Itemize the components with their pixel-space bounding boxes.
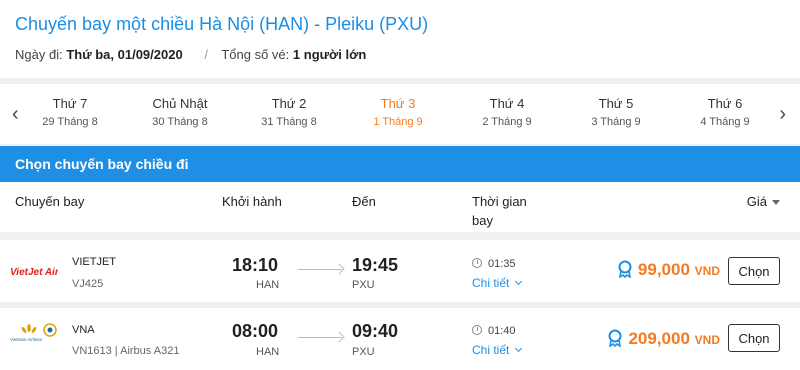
details-link[interactable]: Chi tiết [472, 343, 523, 357]
flight-code: VN1613 | Airbus A321 [72, 345, 180, 357]
results-column-header: Chuyến bay Khởi hành Đến Thời gian bay G… [0, 182, 800, 232]
arrival-airport: PXU [352, 346, 375, 358]
departure-airport: HAN [256, 346, 280, 358]
award-badge-icon [608, 329, 622, 347]
date-tab-date: 4 Tháng 9 [700, 116, 750, 128]
summary-separator: / [204, 47, 208, 62]
svg-text:VietJet Air: VietJet Air [10, 267, 58, 278]
col-flight: Chuyến bay [15, 194, 85, 209]
chevron-down-icon [515, 344, 523, 353]
price-value: 99,000 [637, 260, 690, 279]
date-tab-date: 31 Tháng 8 [261, 116, 317, 128]
arrow-right-icon [298, 269, 342, 270]
date-tab-weekday: Chủ Nhật [152, 96, 208, 111]
date-tab-weekday: Thứ 5 [598, 96, 634, 111]
date-label: Ngày đi: [15, 47, 63, 62]
flight-duration: 01:35 [472, 258, 516, 270]
choose-button[interactable]: Chọn [728, 257, 780, 285]
clock-icon [472, 325, 482, 335]
col-duration: Thời gian bay [472, 194, 527, 228]
tickets-label: Tổng số vé: [221, 47, 290, 62]
price-value: 209,000 [628, 329, 690, 348]
date-tab-6[interactable]: Thứ 6 4 Tháng 9 [670, 96, 780, 128]
departure-time: 18:10 [232, 255, 279, 275]
award-badge-icon [618, 260, 632, 278]
arrival-time: 19:45 [352, 255, 399, 275]
flight-duration: 01:40 [472, 325, 516, 337]
flight-code: VJ425 [72, 278, 104, 290]
chevron-down-icon [515, 277, 523, 286]
arrival-airport: PXU [352, 279, 375, 291]
col-price-label: Giá [746, 194, 767, 209]
flight-row: VietJet Air VIETJET VJ425 18:10 HAN 19:4… [0, 240, 800, 302]
date-tab-date: 2 Tháng 9 [482, 116, 532, 128]
arrow-right-icon [298, 337, 342, 338]
svg-text:Vietnam Airlines: Vietnam Airlines [10, 337, 43, 342]
col-price-sort[interactable]: Giá [747, 194, 780, 209]
duration-value: 01:40 [488, 325, 516, 337]
arrival-time: 09:40 [352, 321, 399, 341]
departure-airport: HAN [256, 279, 280, 291]
price-currency: VND [694, 333, 720, 347]
vietnam-airlines-logo: Vietnam Airlines [10, 323, 57, 342]
page-title: Chuyến bay một chiều Hà Nội (HAN) - Plei… [15, 14, 429, 34]
date-tab-3[interactable]: Thứ 3 1 Tháng 9 [343, 96, 453, 128]
route-header: Chuyến bay một chiều Hà Nội (HAN) - Plei… [0, 0, 800, 78]
caret-down-icon [772, 200, 780, 206]
departure-time: 08:00 [232, 321, 279, 341]
details-label: Chi tiết [472, 343, 510, 357]
trip-summary: Ngày đi: Thứ ba, 01/09/2020 / Tổng số vé… [15, 47, 366, 62]
vietjet-logo: VietJet Air [10, 267, 58, 278]
date-tab-weekday: Thứ 4 [489, 96, 525, 111]
date-tab-4[interactable]: Thứ 4 2 Tháng 9 [452, 96, 562, 128]
details-link[interactable]: Chi tiết [472, 276, 523, 290]
date-tab-date: 1 Tháng 9 [373, 116, 423, 128]
col-arrive: Đến [352, 194, 376, 209]
date-tab-5[interactable]: Thứ 5 3 Tháng 9 [561, 96, 671, 128]
date-tab-weekday: Thứ 6 [707, 96, 743, 111]
clock-icon [472, 258, 482, 268]
date-tab-date: 29 Tháng 8 [42, 116, 98, 128]
fare-price: 99,000 VND [616, 260, 720, 280]
date-tab-date: 3 Tháng 9 [591, 116, 641, 128]
chevron-right-icon[interactable]: › [779, 104, 786, 124]
price-currency: VND [694, 264, 720, 278]
date-value: Thứ ba, 01/09/2020 [66, 47, 183, 62]
date-tab-1[interactable]: Chủ Nhật 30 Tháng 8 [125, 96, 235, 128]
tickets-value: 1 người lớn [292, 47, 367, 62]
duration-value: 01:35 [488, 258, 516, 270]
fare-price: 209,000 VND [606, 329, 720, 349]
date-tab-0[interactable]: Thứ 7 29 Tháng 8 [15, 96, 125, 128]
choose-button[interactable]: Chọn [728, 324, 780, 352]
date-tab-2[interactable]: Thứ 2 31 Tháng 8 [234, 96, 344, 128]
col-depart: Khởi hành [222, 194, 282, 209]
date-tab-weekday: Thứ 3 [380, 96, 416, 111]
date-tab-weekday: Thứ 2 [271, 96, 307, 111]
date-tab-date: 30 Tháng 8 [152, 116, 208, 128]
date-tab-weekday: Thứ 7 [52, 96, 88, 111]
airline-name: VNA [72, 324, 95, 336]
flight-row: Vietnam Airlines VNA VN1613 | Airbus A32… [0, 308, 800, 370]
airline-name: VIETJET [72, 256, 117, 268]
date-selector: ‹ Thứ 7 29 Tháng 8 Chủ Nhật 30 Tháng 8 T… [0, 84, 800, 144]
section-title: Chọn chuyến bay chiều đi [0, 146, 800, 182]
details-label: Chi tiết [472, 276, 510, 290]
